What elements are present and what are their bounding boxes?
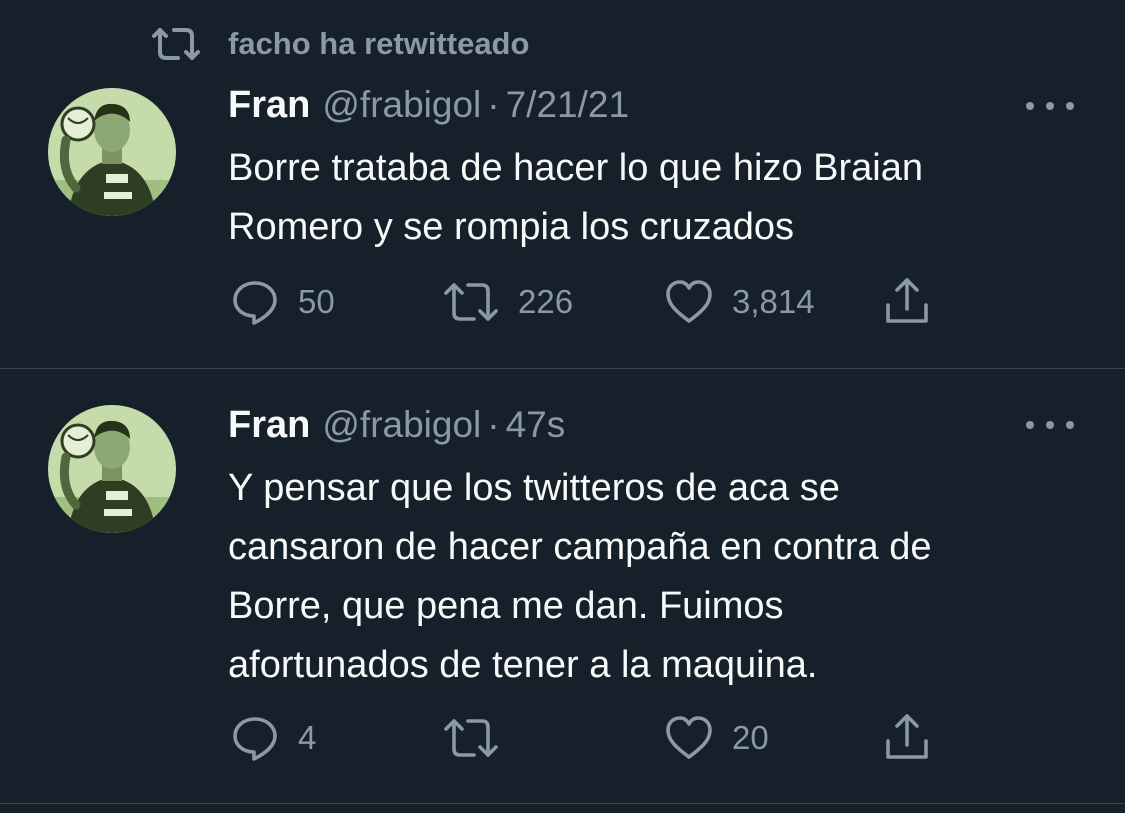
timestamp[interactable]: 7/21/21 xyxy=(506,84,629,126)
retweet-icon xyxy=(152,28,200,60)
more-dot xyxy=(1046,102,1054,110)
reply-count: 50 xyxy=(298,283,335,320)
share-button[interactable] xyxy=(880,710,934,766)
reply-count: 4 xyxy=(298,719,317,756)
retweet-icon xyxy=(444,283,498,321)
author-name[interactable]: Fran xyxy=(228,84,310,127)
retweet-button[interactable] xyxy=(442,710,518,766)
author-handle[interactable]: @frabigol xyxy=(322,84,481,126)
more-dot xyxy=(1026,102,1034,110)
like-button[interactable]: 3,814 xyxy=(664,274,815,330)
avatar[interactable] xyxy=(48,88,176,216)
tweet-text: Borre trataba de hacer lo que hizo Braia… xyxy=(228,147,923,248)
reply-icon xyxy=(233,281,277,325)
retweet-button[interactable]: 226 xyxy=(442,274,573,330)
reply-button[interactable]: 50 xyxy=(230,274,335,330)
separator: · xyxy=(487,84,500,125)
share-button[interactable] xyxy=(880,274,934,330)
avatar-image xyxy=(48,405,176,533)
timeline: facho ha retwitteado Fran @frabigol · 7/… xyxy=(0,0,1125,813)
like-count: 20 xyxy=(732,719,769,756)
more-options-button[interactable] xyxy=(1026,94,1074,118)
timestamp[interactable]: 47s xyxy=(506,404,566,446)
retweet-icon xyxy=(444,719,498,757)
reply-icon xyxy=(233,717,277,761)
author-handle[interactable]: @frabigol xyxy=(322,404,481,446)
reply-button[interactable]: 4 xyxy=(230,710,316,766)
more-dot xyxy=(1066,102,1074,110)
tweet-header: Fran @frabigol · 7/21/21 xyxy=(228,84,629,132)
tweet[interactable]: facho ha retwitteado Fran @frabigol · 7/… xyxy=(0,0,1125,369)
like-count: 3,814 xyxy=(732,283,815,320)
tweet[interactable]: Fran @frabigol · 47s Y pensar que los tw… xyxy=(0,369,1125,804)
more-dot xyxy=(1046,421,1054,429)
retweet-context-label: facho ha retwitteado xyxy=(228,26,530,61)
more-dot xyxy=(1066,421,1074,429)
like-button[interactable]: 20 xyxy=(664,710,769,766)
more-dot xyxy=(1026,421,1034,429)
tweet-header: Fran @frabigol · 47s xyxy=(228,404,565,452)
more-options-button[interactable] xyxy=(1026,413,1074,437)
share-icon xyxy=(886,714,928,759)
share-icon xyxy=(886,278,928,323)
separator: · xyxy=(487,404,500,445)
tweet-text: Y pensar que los twitteros de aca se can… xyxy=(228,467,932,686)
retweet-context[interactable]: facho ha retwitteado xyxy=(148,24,529,64)
author-name[interactable]: Fran xyxy=(228,404,310,447)
avatar[interactable] xyxy=(48,405,176,533)
heart-icon xyxy=(666,280,712,323)
avatar-image xyxy=(48,88,176,216)
retweet-count: 226 xyxy=(518,283,574,320)
heart-icon xyxy=(666,716,712,759)
